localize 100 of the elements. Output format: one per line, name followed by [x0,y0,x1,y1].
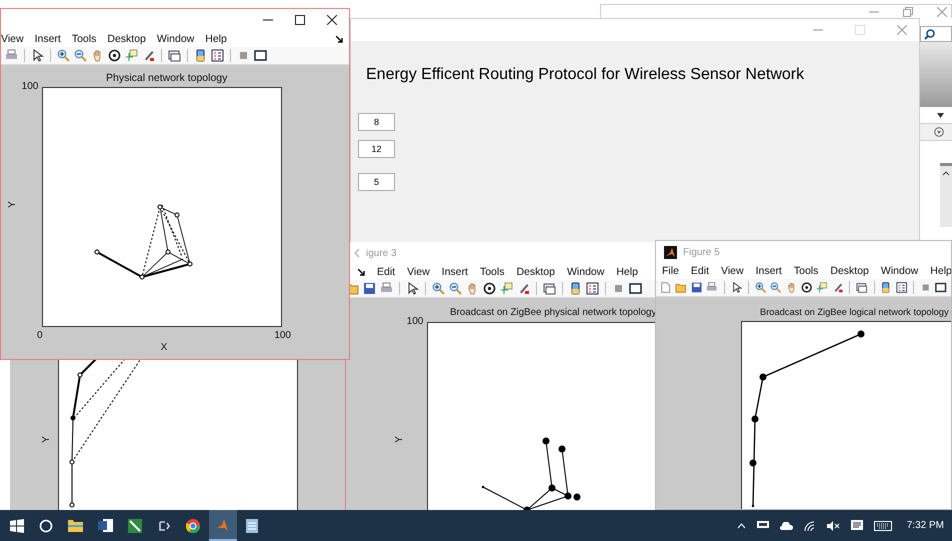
cloud-icon[interactable] [780,522,793,530]
legend-icon[interactable] [211,49,224,62]
plot-title: Broadcast on ZigBee physical network topology [450,307,656,319]
window-icon[interactable] [168,49,181,62]
app-icon[interactable] [157,518,171,532]
taskbar-item[interactable] [209,510,237,541]
window-icon[interactable] [856,281,868,294]
legend-icon[interactable] [586,282,599,295]
data-cursor-icon[interactable] [500,282,513,295]
menu-item[interactable]: Help [616,266,638,278]
printer-icon[interactable] [380,282,393,295]
search-field[interactable] [920,26,952,42]
pointer-icon[interactable] [31,49,44,62]
hand-icon[interactable] [786,281,797,294]
window-heading: Energy Efficent Routing Protocol for Wireless Sensor Network [366,66,806,84]
notepad-icon[interactable] [246,518,258,532]
frame-icon[interactable] [254,49,267,62]
tick-label: 100 [406,317,424,327]
menu-item[interactable]: Insert [756,265,782,277]
menu-item[interactable]: Desktop [107,33,146,45]
folder-icon[interactable] [68,519,83,532]
node-marker [70,416,76,420]
menu-item[interactable]: Help [205,33,227,45]
menu-item[interactable]: Window [880,265,918,277]
keyboard-icon[interactable] [874,520,892,530]
square-icon[interactable] [612,282,625,295]
node-marker [573,494,580,500]
toolstrip-panel [919,42,952,107]
menu-item[interactable]: View [721,265,744,277]
node-marker [564,492,572,500]
menu-item[interactable]: Edit [690,265,710,277]
spreadsheet-icon[interactable] [128,518,142,532]
colorbar-icon[interactable] [569,282,582,295]
zoom-out-icon[interactable] [74,49,87,62]
zoom-in-icon[interactable] [432,282,445,295]
menu-item[interactable]: File [662,265,679,277]
brush-icon[interactable] [517,282,530,295]
menu-item[interactable]: View [407,266,430,278]
menu-item[interactable]: Tools [480,266,504,278]
circle-caret-icon[interactable] [934,127,944,137]
start-icon[interactable] [10,518,24,532]
menu-item[interactable]: Insert [442,266,468,278]
square-icon[interactable] [237,49,250,62]
menu-item[interactable]: Edit [377,266,396,278]
colorbar-icon[interactable] [194,49,207,62]
node-marker [752,416,758,422]
frame-icon[interactable] [629,282,642,295]
search-icon[interactable] [924,28,935,40]
colorbar-icon[interactable] [880,281,892,294]
menu-item[interactable]: Tools [794,265,818,277]
tick-label: 100 [22,82,38,92]
close-icon[interactable] [327,15,337,25]
legend-icon[interactable] [896,281,908,294]
dock-arrow-icon[interactable] [336,36,343,42]
restore-icon[interactable] [903,7,913,17]
printer-icon[interactable] [5,49,18,62]
brush-icon[interactable] [142,49,155,62]
node-marker [548,484,556,492]
menu-item[interactable]: Desktop [830,265,869,277]
node-marker [78,372,82,378]
data-cursor-icon[interactable] [125,49,138,62]
menu-item[interactable]: Desktop [516,266,555,278]
menu-item[interactable]: Window [156,33,194,45]
browser-icon[interactable] [186,518,200,532]
caret-icon [937,112,944,118]
dock-arrow-icon[interactable] [358,268,365,276]
wifi-icon[interactable] [804,520,816,530]
frame-icon[interactable] [935,281,947,294]
zoom-in-icon[interactable] [754,281,766,294]
plot-title: Physical network topology [106,72,228,84]
menu-item[interactable]: Window [566,266,604,278]
menu-item[interactable]: Tools [72,33,96,45]
network-icon[interactable] [756,521,769,530]
document-icon[interactable] [98,519,113,532]
input-field[interactable]: 12 [358,140,395,158]
axis-label: X [160,342,168,353]
tick-label: 0 [37,330,43,341]
speaker-icon[interactable] [826,520,840,530]
axis-label: Y [6,201,18,208]
search-icon[interactable] [39,518,53,532]
zoom-out-icon[interactable] [449,282,462,295]
node-marker [157,204,162,210]
input-field[interactable]: 8 [358,113,395,131]
pointer-icon[interactable] [730,281,742,294]
tick-label: 100 [274,330,291,341]
menu-item[interactable]: Insert [34,33,61,45]
node-marker [752,504,754,508]
scroll-bar[interactable] [940,163,952,227]
node-marker [858,330,864,338]
zoom-in-icon[interactable] [57,49,70,62]
window-icon[interactable] [543,282,556,295]
pointer-icon[interactable] [406,282,419,295]
menu-item[interactable]: View [1,33,24,45]
input-field[interactable]: 5 [358,173,395,191]
node-marker [481,486,484,488]
notification-icon[interactable] [850,520,863,532]
node-marker [760,374,766,380]
maximize-icon[interactable] [295,15,305,25]
node-marker [165,250,170,254]
caret-up-icon[interactable] [736,522,746,528]
